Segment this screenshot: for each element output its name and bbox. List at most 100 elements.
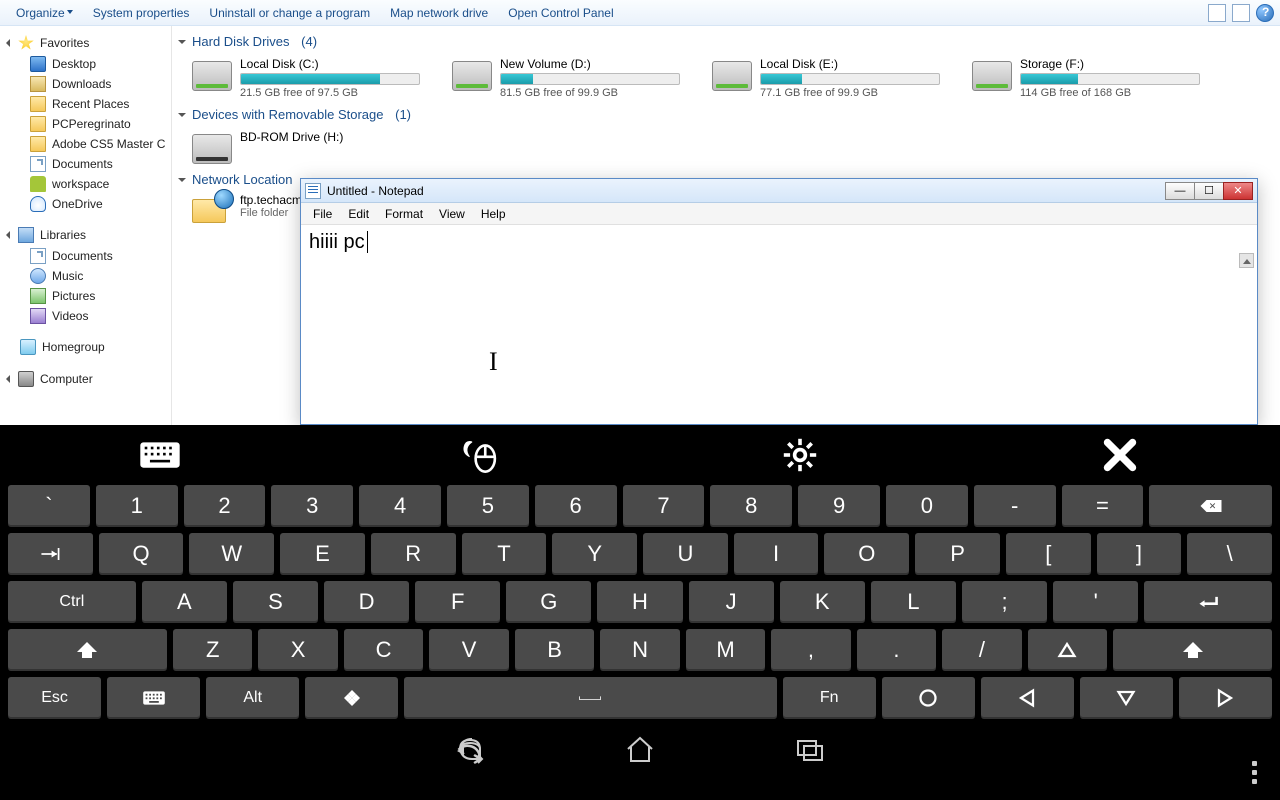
nav-recent[interactable]: Recent Places: [0, 94, 171, 114]
keyboard-mode-icon[interactable]: [135, 437, 185, 473]
key-down[interactable]: [1080, 677, 1173, 719]
home-button[interactable]: [620, 729, 660, 769]
drive-item[interactable]: Storage (F:) 114 GB free of 168 GB: [972, 57, 1202, 99]
close-button[interactable]: ✕: [1223, 182, 1253, 200]
key-E[interactable]: E: [280, 533, 365, 575]
key-C[interactable]: C: [344, 629, 423, 671]
map-drive-button[interactable]: Map network drive: [380, 6, 498, 20]
close-keyboard-icon[interactable]: [1095, 437, 1145, 473]
key-A[interactable]: A: [142, 581, 227, 623]
key-up[interactable]: [1028, 629, 1107, 671]
key-O[interactable]: O: [824, 533, 909, 575]
key-W[interactable]: W: [189, 533, 274, 575]
key-][interactable]: ]: [1097, 533, 1182, 575]
key-.[interactable]: .: [857, 629, 936, 671]
nav-adobe[interactable]: Adobe CS5 Master C: [0, 134, 171, 154]
key-space[interactable]: [404, 677, 776, 719]
organize-menu[interactable]: Organize: [6, 6, 83, 20]
key-V[interactable]: V: [429, 629, 508, 671]
key-5[interactable]: 5: [447, 485, 529, 527]
key-M[interactable]: M: [686, 629, 765, 671]
key-keyboard-toggle[interactable]: [107, 677, 200, 719]
key-K[interactable]: K: [780, 581, 865, 623]
mouse-mode-icon[interactable]: [455, 437, 505, 473]
nav-workspace[interactable]: workspace: [0, 174, 171, 194]
key-\[interactable]: \: [1187, 533, 1272, 575]
key--[interactable]: -: [974, 485, 1056, 527]
system-properties-button[interactable]: System properties: [83, 6, 200, 20]
key-/[interactable]: /: [942, 629, 1021, 671]
key-esc[interactable]: Esc: [8, 677, 101, 719]
key-'[interactable]: ': [1053, 581, 1138, 623]
menu-view[interactable]: View: [431, 207, 473, 221]
key-left[interactable]: [981, 677, 1074, 719]
uninstall-button[interactable]: Uninstall or change a program: [199, 6, 380, 20]
control-panel-button[interactable]: Open Control Panel: [498, 6, 623, 20]
settings-icon[interactable]: [775, 437, 825, 473]
help-icon[interactable]: [1256, 4, 1274, 22]
key-D[interactable]: D: [324, 581, 409, 623]
key-[[interactable]: [: [1006, 533, 1091, 575]
key-F[interactable]: F: [415, 581, 500, 623]
key-U[interactable]: U: [643, 533, 728, 575]
key-backtick[interactable]: `: [8, 485, 90, 527]
key-B[interactable]: B: [515, 629, 594, 671]
key-backspace[interactable]: ✕: [1149, 485, 1272, 527]
key-I[interactable]: I: [734, 533, 819, 575]
removable-section[interactable]: Devices with Removable Storage (1): [172, 105, 1280, 124]
key-Q[interactable]: Q: [99, 533, 184, 575]
menu-edit[interactable]: Edit: [340, 207, 377, 221]
key-9[interactable]: 9: [798, 485, 880, 527]
nav-documents-fav[interactable]: Documents: [0, 154, 171, 174]
key-2[interactable]: 2: [184, 485, 266, 527]
key-tab[interactable]: [8, 533, 93, 575]
key-P[interactable]: P: [915, 533, 1000, 575]
key-;[interactable]: ;: [962, 581, 1047, 623]
key-S[interactable]: S: [233, 581, 318, 623]
key-alt[interactable]: Alt: [206, 677, 299, 719]
key-=[interactable]: =: [1062, 485, 1144, 527]
key-H[interactable]: H: [597, 581, 682, 623]
view-options-icon[interactable]: [1208, 4, 1226, 22]
key-3[interactable]: 3: [271, 485, 353, 527]
menu-file[interactable]: File: [305, 207, 340, 221]
homegroup-item[interactable]: Homegroup: [0, 336, 171, 358]
key-super[interactable]: [305, 677, 398, 719]
key-enter[interactable]: [1144, 581, 1272, 623]
key-shift-right[interactable]: [1113, 629, 1272, 671]
key-1[interactable]: 1: [96, 485, 178, 527]
back-button[interactable]: [450, 729, 490, 769]
nav-pictures[interactable]: Pictures: [0, 286, 171, 306]
minimize-button[interactable]: —: [1165, 182, 1195, 200]
computer-item[interactable]: Computer: [0, 368, 171, 390]
key-T[interactable]: T: [462, 533, 547, 575]
preview-pane-icon[interactable]: [1232, 4, 1250, 22]
key-7[interactable]: 7: [623, 485, 705, 527]
key-6[interactable]: 6: [535, 485, 617, 527]
key-N[interactable]: N: [600, 629, 679, 671]
favorites-group[interactable]: Favorites: [0, 32, 171, 54]
nav-videos[interactable]: Videos: [0, 306, 171, 326]
key-8[interactable]: 8: [710, 485, 792, 527]
notepad-textarea[interactable]: hiiii pc I: [301, 225, 1257, 424]
key-4[interactable]: 4: [359, 485, 441, 527]
drive-item[interactable]: Local Disk (C:) 21.5 GB free of 97.5 GB: [192, 57, 422, 99]
bd-rom-drive[interactable]: BD-ROM Drive (H:): [192, 130, 422, 164]
nav-documents[interactable]: Documents: [0, 246, 171, 266]
key-right[interactable]: [1179, 677, 1272, 719]
key-G[interactable]: G: [506, 581, 591, 623]
key-context[interactable]: [882, 677, 975, 719]
menu-help[interactable]: Help: [473, 207, 514, 221]
nav-onedrive[interactable]: OneDrive: [0, 194, 171, 214]
nav-music[interactable]: Music: [0, 266, 171, 286]
nav-pcperegrinato[interactable]: PCPeregrinato: [0, 114, 171, 134]
key-L[interactable]: L: [871, 581, 956, 623]
key-ctrl[interactable]: Ctrl: [8, 581, 136, 623]
overflow-menu-icon[interactable]: [1242, 752, 1266, 792]
key-shift-left[interactable]: [8, 629, 167, 671]
scroll-up-button[interactable]: [1239, 253, 1254, 268]
drive-item[interactable]: New Volume (D:) 81.5 GB free of 99.9 GB: [452, 57, 682, 99]
libraries-group[interactable]: Libraries: [0, 224, 171, 246]
notepad-titlebar[interactable]: Untitled - Notepad — ☐ ✕: [301, 179, 1257, 203]
key-fn[interactable]: Fn: [783, 677, 876, 719]
